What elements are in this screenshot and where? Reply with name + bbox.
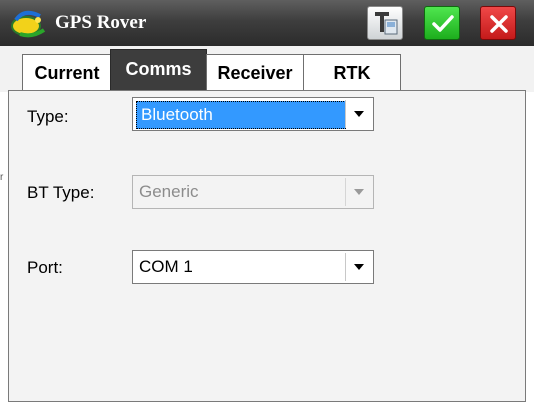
bt-type-label: BT Type: xyxy=(27,183,95,202)
tab-receiver[interactable]: Receiver xyxy=(206,54,304,92)
bt-type-value: Generic xyxy=(139,182,199,201)
tab-rtk[interactable]: RTK xyxy=(303,54,401,92)
stray-mark: r xyxy=(0,172,4,183)
chevron-down-icon xyxy=(345,178,371,206)
comms-panel: Type: Bluetooth BT Type: Generic Port: C… xyxy=(8,90,526,402)
satellite-dish-icon xyxy=(10,6,50,40)
port-value: COM 1 xyxy=(139,257,193,276)
title-bar: GPS Rover xyxy=(0,0,534,46)
tab-current[interactable]: Current xyxy=(22,54,112,92)
tab-comms[interactable]: Comms xyxy=(110,49,207,92)
window-title: GPS Rover xyxy=(55,12,147,33)
tab-strip: Current Comms Receiver RTK xyxy=(0,46,534,92)
chevron-down-icon[interactable] xyxy=(345,253,371,281)
ok-button[interactable] xyxy=(424,6,460,40)
receiver-settings-button[interactable] xyxy=(367,6,403,40)
bt-type-dropdown[interactable]: Generic xyxy=(132,175,374,209)
chevron-down-icon[interactable] xyxy=(345,100,371,128)
port-dropdown[interactable]: COM 1 xyxy=(132,250,374,284)
port-label: Port: xyxy=(27,258,63,277)
type-value: Bluetooth xyxy=(136,101,346,129)
type-label: Type: xyxy=(27,107,69,126)
close-button[interactable] xyxy=(480,6,516,40)
type-dropdown[interactable]: Bluetooth xyxy=(132,97,374,131)
